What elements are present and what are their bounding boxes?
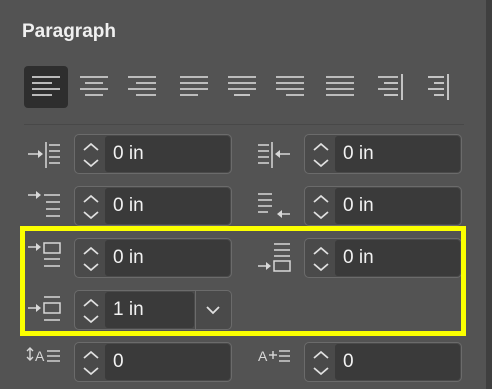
align-center-button[interactable]: [72, 66, 116, 108]
left-indent-stepper[interactable]: [75, 135, 105, 173]
drop-cap-lines-icon: A: [26, 347, 60, 364]
justify-last-center-button[interactable]: [220, 66, 264, 108]
paragraph-panel: Paragraph 0 in 0 in 0 in 0 in 0 in 0 in …: [0, 0, 486, 389]
drop-cap-lines-field[interactable]: 0: [74, 342, 232, 382]
justify-last-center-icon: [228, 76, 256, 96]
align-right-icon: [128, 76, 156, 96]
first-line-indent-input[interactable]: 0 in: [105, 188, 230, 224]
align-center-icon: [80, 76, 108, 96]
alignment-toolbar: [24, 66, 464, 108]
right-indent-icon: [258, 142, 290, 168]
last-line-right-indent-field[interactable]: 0 in: [304, 186, 462, 226]
justify-last-left-button[interactable]: [172, 66, 216, 108]
stepper-arrows-icon: [83, 194, 99, 220]
justify-last-left-icon: [180, 76, 208, 96]
left-indent-icon: [28, 142, 60, 168]
stepper-arrows-icon: [313, 194, 329, 220]
right-indent-stepper[interactable]: [305, 135, 335, 173]
justify-last-right-icon: [276, 76, 304, 96]
panel-title: Paragraph: [22, 21, 116, 42]
right-indent-input[interactable]: 0 in: [335, 136, 460, 172]
justify-last-right-button[interactable]: [268, 66, 312, 108]
drop-cap-characters-field[interactable]: 0: [304, 342, 462, 382]
highlight-box: [20, 226, 466, 336]
drop-cap-characters-icon: A: [258, 348, 290, 364]
align-towards-spine-button[interactable]: [368, 66, 412, 108]
align-left-button[interactable]: [24, 66, 68, 108]
left-indent-field[interactable]: 0 in: [74, 134, 232, 174]
first-line-indent-stepper[interactable]: [75, 187, 105, 225]
justify-all-button[interactable]: [318, 66, 362, 108]
stepper-arrows-icon: [313, 142, 329, 168]
align-towards-spine-icon: [378, 74, 403, 100]
drop-cap-lines-stepper[interactable]: [75, 343, 105, 381]
justify-all-icon: [326, 76, 354, 96]
last-line-right-indent-input[interactable]: 0 in: [335, 188, 460, 224]
align-away-from-spine-button[interactable]: [414, 66, 458, 108]
drop-cap-characters-input[interactable]: 0: [335, 344, 460, 380]
last-line-right-indent-stepper[interactable]: [305, 187, 335, 225]
align-left-icon: [32, 76, 60, 96]
panel-edge: [486, 0, 492, 389]
stepper-arrows-icon: [313, 350, 329, 376]
align-right-button[interactable]: [120, 66, 164, 108]
drop-cap-characters-stepper[interactable]: [305, 343, 335, 381]
last-line-right-indent-icon: [258, 193, 290, 218]
stepper-arrows-icon: [83, 142, 99, 168]
left-indent-input[interactable]: 0 in: [105, 136, 230, 172]
svg-text:A: A: [258, 348, 268, 364]
svg-text:A: A: [35, 348, 45, 364]
divider: [24, 124, 464, 125]
right-indent-field[interactable]: 0 in: [304, 134, 462, 174]
drop-cap-lines-input[interactable]: 0: [105, 344, 230, 380]
align-away-from-spine-icon: [428, 74, 449, 100]
first-line-indent-icon: [28, 191, 60, 217]
first-line-indent-field[interactable]: 0 in: [74, 186, 232, 226]
stepper-arrows-icon: [83, 350, 99, 376]
